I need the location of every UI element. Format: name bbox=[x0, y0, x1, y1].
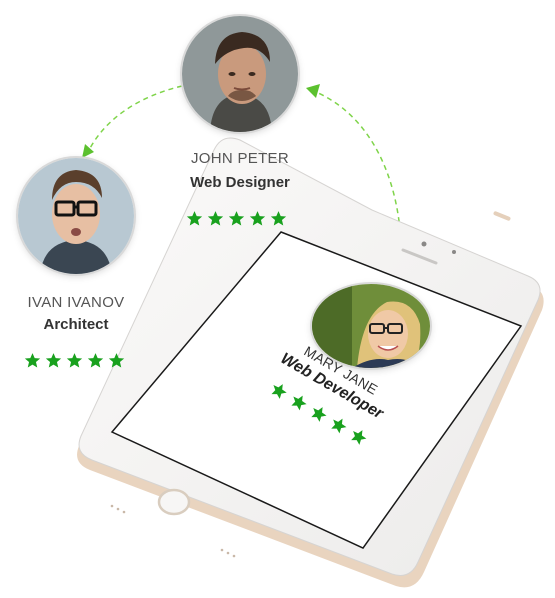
avatar-ivan-ivanov bbox=[18, 158, 134, 274]
star-icon bbox=[249, 211, 266, 226]
home-button bbox=[157, 488, 191, 516]
profile-role-ivan-ivanov: Architect bbox=[43, 316, 109, 333]
rating-john-peter bbox=[186, 210, 287, 227]
star-icon bbox=[66, 353, 83, 368]
star-icon bbox=[45, 353, 62, 368]
phone-sensor bbox=[452, 250, 456, 254]
power-button bbox=[493, 211, 511, 221]
star-icon bbox=[87, 353, 104, 368]
rating-ivan-ivanov bbox=[24, 352, 125, 369]
phone-camera bbox=[421, 241, 427, 247]
profile-role-john-peter: Web Designer bbox=[190, 174, 290, 191]
star-icon bbox=[108, 353, 125, 368]
star-icon bbox=[228, 211, 245, 226]
star-icon bbox=[24, 353, 41, 368]
profile-name-john-peter: JOHN PETER bbox=[190, 150, 289, 167]
profile-name-ivan-ivanov: IVAN IVANOV bbox=[27, 294, 125, 311]
star-icon bbox=[270, 211, 287, 226]
star-icon bbox=[207, 211, 224, 226]
avatar-john-peter bbox=[182, 16, 298, 132]
star-icon bbox=[186, 211, 203, 226]
